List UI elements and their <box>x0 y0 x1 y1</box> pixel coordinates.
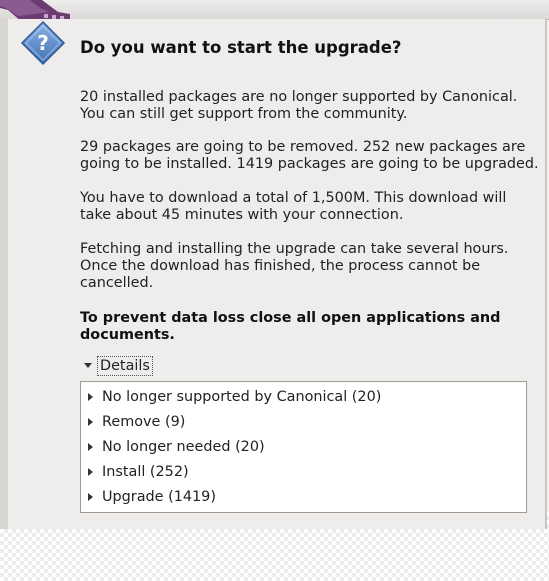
text-line: take about 45 minutes with your connecti… <box>80 207 404 223</box>
text-line: documents. <box>80 327 175 343</box>
tree-row-remove[interactable]: Remove (9) <box>81 410 526 434</box>
text-line: Fetching and installing the upgrade can … <box>80 241 509 257</box>
unsupported-packages-text: 20 installed packages are no longer supp… <box>80 89 535 123</box>
text-line: 29 packages are going to be removed. 252… <box>80 139 526 155</box>
text-line: cancelled. <box>80 275 154 291</box>
question-icon: ? <box>20 20 66 66</box>
expander-arrow-down-icon <box>84 363 92 368</box>
tree-row-label: Upgrade (1419) <box>102 489 216 505</box>
text-line: You can still get support from the commu… <box>80 106 408 122</box>
data-loss-warning: To prevent data loss close all open appl… <box>80 310 535 344</box>
dialog-heading: Do you want to start the upgrade? <box>80 38 402 57</box>
window-top-strip <box>0 0 549 20</box>
details-label: Details <box>97 355 153 376</box>
download-size-text: You have to download a total of 1,500M. … <box>80 190 535 224</box>
tree-row-label: No longer needed (20) <box>102 439 265 455</box>
details-expander[interactable]: Details <box>80 355 153 376</box>
tree-row-label: Remove (9) <box>102 414 186 430</box>
package-changes-text: 29 packages are going to be removed. 252… <box>80 139 539 173</box>
duration-warning-text: Fetching and installing the upgrade can … <box>80 241 535 292</box>
tree-row-unsupported[interactable]: No longer supported by Canonical (20) <box>81 385 526 409</box>
expand-arrow-icon[interactable] <box>88 493 93 501</box>
expand-arrow-icon[interactable] <box>88 393 93 401</box>
expand-arrow-icon[interactable] <box>88 468 93 476</box>
tree-row-label: No longer supported by Canonical (20) <box>102 389 382 405</box>
text-line: going to be installed. 1419 packages are… <box>80 156 539 172</box>
text-line: 20 installed packages are no longer supp… <box>80 89 518 105</box>
details-tree-view[interactable]: No longer supported by Canonical (20) Re… <box>80 381 527 513</box>
tree-row-no-longer-needed[interactable]: No longer needed (20) <box>81 435 526 459</box>
expand-arrow-icon[interactable] <box>88 418 93 426</box>
transparent-area-bottom <box>0 529 549 581</box>
tree-row-install[interactable]: Install (252) <box>81 460 526 484</box>
svg-text:?: ? <box>37 31 49 55</box>
text-line: To prevent data loss close all open appl… <box>80 310 501 326</box>
text-line: You have to download a total of 1,500M. … <box>80 190 507 206</box>
tree-row-label: Install (252) <box>102 464 189 480</box>
tree-row-upgrade[interactable]: Upgrade (1419) <box>81 485 526 509</box>
expand-arrow-icon[interactable] <box>88 443 93 451</box>
text-line: Once the download has finished, the proc… <box>80 258 481 274</box>
